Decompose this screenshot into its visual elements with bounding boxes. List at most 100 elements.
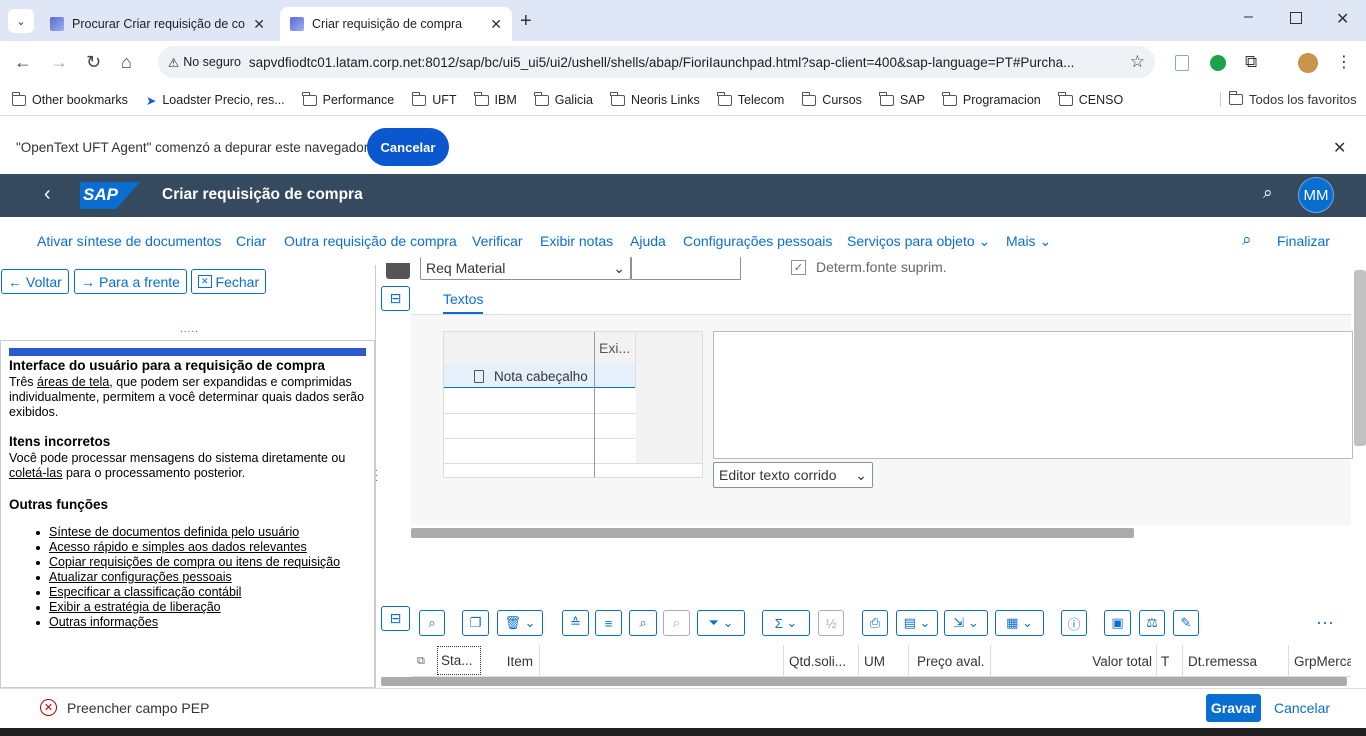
splitter-handle[interactable]: .....	[180, 324, 199, 335]
toolbar-more[interactable]: Mais ⌄	[1006, 233, 1051, 250]
footer-message[interactable]: ✕ Preencher campo PEP	[40, 699, 209, 716]
url-text[interactable]: sapvdfiodtc01.latam.corp.net:8012/sap/bc…	[249, 55, 1109, 70]
toolbar-doc-overview[interactable]: Ativar síntese de documentos	[37, 233, 221, 249]
home-icon[interactable]: ⌂	[121, 52, 132, 73]
extensions-puzzle-icon[interactable]: ⧉	[1245, 52, 1257, 72]
bookmark-galicia[interactable]: Galicia	[526, 91, 602, 107]
editor-mode-select[interactable]: Editor texto corrido ⌄	[713, 462, 873, 488]
col-material-group[interactable]: GrpMerca	[1289, 645, 1351, 677]
infobar-cancel-button[interactable]: Cancelar	[367, 128, 449, 166]
reload-icon[interactable]: ↻	[86, 52, 101, 73]
find-next-button[interactable]: ⌕	[663, 610, 690, 636]
user-avatar[interactable]: MM	[1298, 177, 1334, 213]
toolbar-object-services[interactable]: Serviços para objeto ⌄	[847, 233, 990, 250]
document-button[interactable]: ▣	[1104, 610, 1131, 636]
note-button[interactable]: ✎	[1173, 610, 1199, 636]
sum-button[interactable]: Σ ⌄	[762, 610, 810, 636]
items-hscrollbar[interactable]	[381, 677, 1347, 686]
bookmark-sap[interactable]: SAP	[871, 91, 934, 107]
overflow-menu-icon[interactable]: ···	[1316, 612, 1334, 633]
view-button[interactable]: ▤ ⌄	[896, 610, 938, 636]
bookmark-performance[interactable]: Performance	[294, 91, 404, 107]
bookmark-ibm[interactable]: IBM	[466, 91, 526, 107]
toolbar-finalize[interactable]: Finalizar	[1277, 233, 1330, 249]
subtotal-button[interactable]: ½	[818, 610, 844, 636]
print-button[interactable]: ⎙	[862, 610, 888, 636]
bookmark-uft[interactable]: UFT	[403, 91, 465, 107]
bookmark-censo[interactable]: CENSO	[1050, 91, 1132, 107]
layout-button[interactable]: ▦ ⌄	[995, 610, 1044, 636]
help-link[interactable]: Outras informações	[35, 615, 340, 630]
toolbar-help[interactable]: Ajuda	[630, 233, 666, 249]
toolbar-check[interactable]: Verificar	[472, 233, 523, 249]
profile-avatar[interactable]	[1298, 53, 1318, 73]
col-total-value[interactable]: Valor total	[991, 645, 1157, 677]
new-tab-button[interactable]: +	[520, 10, 532, 33]
help-link[interactable]: Copiar requisições de compra ou itens de…	[35, 555, 340, 570]
back-button[interactable]: ← Voltar	[1, 269, 69, 294]
col-unit[interactable]: UM	[859, 645, 909, 677]
browser-tab-2[interactable]: Criar requisição de compra ✕	[280, 7, 512, 41]
filter-button[interactable]: ⏷ ⌄	[697, 610, 745, 636]
sort-desc-button[interactable]: ≡	[595, 610, 622, 636]
col-type[interactable]: T	[1157, 645, 1183, 677]
back-arrow-icon[interactable]: ←	[14, 52, 32, 73]
address-bar[interactable]: ⚠ No seguro sapvdfiodtc01.latam.corp.net:…	[158, 46, 1155, 78]
shell-back-icon[interactable]: ‹	[44, 183, 51, 206]
horizontal-scrollbar[interactable]	[411, 528, 1134, 538]
find-button[interactable]: ⌕	[629, 610, 657, 636]
close-tab-icon[interactable]: ✕	[490, 16, 502, 33]
forward-arrow-icon[interactable]: →	[50, 52, 68, 73]
shell-search-icon[interactable]: ⌕	[1263, 183, 1273, 203]
close-tab-icon[interactable]: ✕	[253, 16, 265, 33]
tab-texts[interactable]: Textos	[443, 291, 484, 314]
help-link-collect[interactable]: coletá-las	[9, 466, 63, 480]
info-button[interactable]: ⓘ	[1061, 610, 1087, 636]
collapse-items-button[interactable]: ⊟	[381, 606, 410, 631]
close-button[interactable]: ✕ Fechar	[191, 269, 267, 294]
bookmark-programacion[interactable]: Programacion	[934, 91, 1050, 107]
toolbar-show-notes[interactable]: Exibir notas	[540, 233, 613, 249]
browser-tab-1[interactable]: Procurar Criar requisição de compra ✕	[40, 7, 275, 41]
toolbar-personal-settings[interactable]: Configurações pessoais	[683, 233, 832, 249]
browser-menu-icon[interactable]: ⋮	[1336, 52, 1352, 72]
save-button[interactable]: Gravar	[1206, 694, 1261, 722]
delete-button[interactable]: 🗑 ⌄	[497, 610, 543, 636]
toolbar-search-icon[interactable]: ⌕	[1242, 230, 1252, 250]
toolbar-other-requisition[interactable]: Outra requisição de compra	[284, 233, 457, 249]
security-indicator[interactable]: ⚠ No seguro	[168, 55, 241, 70]
doc-type-select[interactable]: Req Material ⌄	[420, 257, 631, 280]
forward-button[interactable]: → Para a frente	[74, 269, 187, 294]
bookmark-telecom[interactable]: Telecom	[709, 91, 794, 107]
source-determination-checkbox[interactable]: ✓ Determ.fonte suprim.	[791, 259, 947, 275]
close-window-icon[interactable]: ✕	[1336, 9, 1349, 29]
vertical-scrollbar[interactable]	[1354, 270, 1366, 446]
copy-button[interactable]: ❐	[462, 610, 489, 636]
col-delivery-date[interactable]: Dt.remessa	[1183, 645, 1289, 677]
col-status[interactable]: Sta...	[437, 646, 481, 675]
bookmark-loadster[interactable]: ➤ Loadster Precio, res...	[137, 93, 294, 108]
help-link[interactable]: Exibir a estratégia de liberação	[35, 600, 340, 615]
help-link-screen-areas[interactable]: áreas de tela	[37, 375, 109, 389]
restore-icon[interactable]	[1290, 12, 1302, 24]
bookmark-star-icon[interactable]: ☆	[1130, 52, 1145, 72]
minimize-icon[interactable]: –	[1244, 8, 1253, 26]
tab-search-button[interactable]: ⌄	[8, 9, 34, 33]
infobar-close-icon[interactable]: ✕	[1333, 138, 1346, 158]
extension-icon-2[interactable]	[1210, 55, 1226, 71]
select-all-icon[interactable]: ⧉	[417, 645, 425, 677]
balance-button[interactable]: ⚖	[1139, 610, 1165, 636]
export-button[interactable]: ⇲ ⌄	[944, 610, 988, 636]
col-quantity[interactable]: Qtd.soli...	[783, 645, 859, 677]
help-link[interactable]: Especificar a classificação contábil	[35, 585, 340, 600]
col-item[interactable]: Item	[481, 645, 540, 677]
sort-button[interactable]: ≙	[562, 610, 589, 636]
grid-column-header[interactable]: Exi...	[599, 340, 630, 356]
grid-row-header-note[interactable]: Nota cabeçalho	[474, 369, 588, 384]
col-price[interactable]: Preço aval.	[909, 645, 991, 677]
toolbar-create[interactable]: Criar	[236, 233, 266, 249]
help-link[interactable]: Acesso rápido e simples aos dados releva…	[35, 540, 340, 555]
text-editor[interactable]	[713, 331, 1353, 459]
help-link[interactable]: Atualizar configurações pessoais	[35, 570, 340, 585]
zoom-details-button[interactable]: ⌕	[419, 610, 445, 636]
